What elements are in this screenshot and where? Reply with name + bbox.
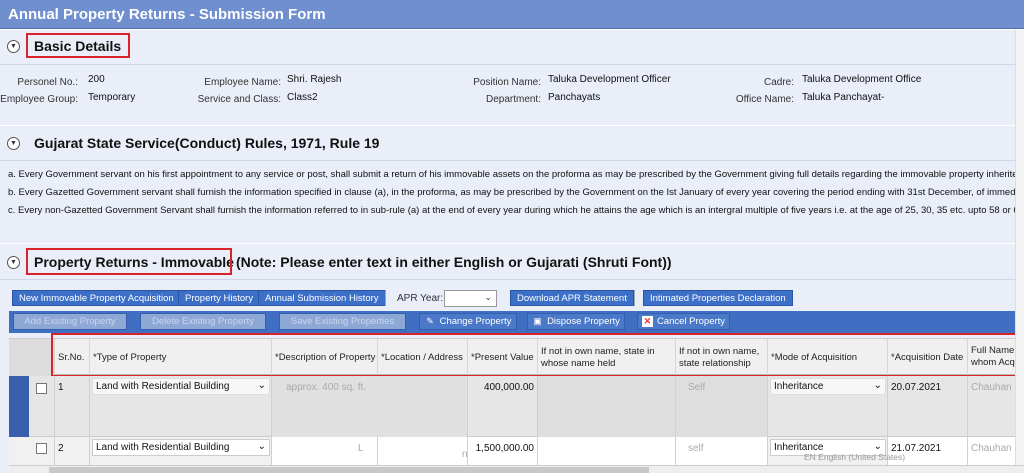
service-class-value: Class2: [287, 92, 318, 103]
employee-name-value: Shri. Rajesh: [287, 74, 342, 85]
dispose-property-label: Dispose Property: [547, 316, 620, 327]
cell-relationship[interactable]: Self: [675, 376, 767, 437]
dispose-icon: ▣: [533, 316, 542, 326]
type-select[interactable]: Land with Residential Building ⌄: [92, 378, 270, 395]
office-value: Taluka Panchayat-: [802, 92, 885, 103]
divider: [0, 279, 1024, 280]
cell-present-value[interactable]: 400,000.00: [467, 376, 537, 437]
divider: [0, 64, 1024, 65]
cadre-label: Cadre:: [763, 77, 794, 88]
type-select-value: Land with Residential Building: [96, 381, 230, 392]
chevron-down-icon: ⌄: [873, 441, 882, 452]
row-selected-marker: [9, 376, 29, 437]
apr-year-select[interactable]: ⌄: [444, 290, 497, 307]
cell-type: Land with Residential Building ⌄: [89, 376, 271, 437]
service-class-label: Service and Class:: [197, 94, 281, 105]
cell-not-own-name[interactable]: [537, 376, 675, 437]
cell-description[interactable]: approx. 400 sq. ft.: [271, 376, 467, 437]
cell-srno: 2: [54, 437, 89, 467]
add-existing-property-button[interactable]: Add Existing Property: [13, 313, 127, 330]
relationship-value: self: [688, 443, 704, 454]
scrollbar-thumb[interactable]: [49, 467, 649, 473]
collapse-icon[interactable]: ▼: [7, 39, 20, 53]
collapse-icon[interactable]: ▼: [7, 255, 20, 269]
new-acquisition-button[interactable]: New Immovable Property Acquisition: [12, 290, 181, 306]
immovable-note: (Note: Please enter text in either Engli…: [235, 254, 672, 270]
rules-heading: Gujarat State Service(Conduct) Rules, 19…: [34, 135, 380, 151]
rule-b: b. Every Gazetted Government servant sha…: [8, 187, 1024, 198]
department-value: Panchayats: [548, 92, 601, 103]
cell-acquisition-date[interactable]: 20.07.2021: [887, 376, 967, 437]
dispose-property-button[interactable]: ▣ Dispose Property: [527, 313, 625, 330]
annual-submission-history-button[interactable]: Annual Submission History: [258, 290, 386, 306]
table-row[interactable]: 1 Land with Residential Building ⌄ appro…: [9, 376, 1024, 437]
personel-no-value: 200: [88, 74, 105, 85]
row-checkbox[interactable]: [36, 383, 47, 394]
download-apr-statement-button[interactable]: Download APR Statement: [510, 290, 634, 306]
rules-header[interactable]: ▼ Gujarat State Service(Conduct) Rules, …: [0, 130, 1024, 156]
department-label: Department:: [485, 94, 541, 105]
cell-type: Land with Residential Building ⌄: [89, 437, 271, 467]
cell-present-value[interactable]: 1,500,000.00: [467, 437, 537, 467]
position-value: Taluka Development Officer: [548, 74, 671, 85]
add-existing-label: Add Existing Property: [24, 316, 116, 327]
chevron-down-icon: ⌄: [257, 441, 266, 452]
cell-not-own-name[interactable]: [537, 437, 675, 467]
cell-mode: Inheritance ⌄: [767, 376, 887, 437]
description-value: L: [358, 443, 364, 454]
description-value: approx. 400 sq. ft.: [286, 382, 367, 393]
change-property-button[interactable]: ✎ Change Property: [419, 313, 517, 330]
chevron-down-icon: ⌄: [484, 292, 492, 302]
rule-c: c. Every non-Gazetted Government Servant…: [8, 205, 1024, 216]
change-property-label: Change Property: [439, 316, 512, 327]
columns-highlight: [51, 333, 1023, 377]
basic-details-header[interactable]: ▼ Basic Details: [0, 33, 1024, 59]
mode-select-value: Inheritance: [774, 381, 824, 392]
save-existing-label: Save Existing Properties: [290, 316, 395, 327]
office-label: Office Name:: [735, 94, 794, 105]
row-selector-header: [9, 339, 54, 376]
cancel-icon: ✕: [641, 316, 653, 327]
type-select[interactable]: Land with Residential Building ⌄: [92, 439, 270, 456]
rules-section: ▼ Gujarat State Service(Conduct) Rules, …: [0, 126, 1024, 243]
delete-existing-label: Delete Existing Property: [152, 316, 254, 327]
personel-no-label: Personel No.:: [17, 77, 78, 88]
mode-select[interactable]: Inheritance ⌄: [770, 378, 886, 395]
collapse-icon[interactable]: ▼: [7, 136, 20, 150]
type-select-value: Land with Residential Building: [96, 442, 230, 453]
separator: [634, 290, 635, 306]
save-existing-properties-button[interactable]: Save Existing Properties: [279, 313, 406, 330]
cancel-property-label: Cancel Property: [656, 316, 726, 327]
chevron-down-icon: ⌄: [873, 380, 882, 391]
position-label: Position Name:: [473, 77, 541, 88]
cadre-value: Taluka Development Office: [802, 74, 922, 85]
rule-a: a. Every Government servant on his first…: [8, 169, 1024, 180]
property-history-button[interactable]: Property History: [178, 290, 261, 306]
basic-details-highlight: [26, 33, 130, 58]
horizontal-scrollbar[interactable]: [9, 465, 1024, 473]
edit-icon: ✎: [426, 316, 434, 326]
chevron-down-icon: ⌄: [257, 380, 266, 391]
intimated-properties-button[interactable]: Intimated Properties Declaration: [643, 290, 793, 306]
apr-year-label: APR Year:: [397, 293, 444, 304]
cell-location[interactable]: n: [377, 437, 467, 467]
separator: [385, 290, 386, 306]
delete-existing-property-button[interactable]: Delete Existing Property: [140, 313, 266, 330]
page-title: Annual Property Returns - Submission For…: [0, 0, 1024, 29]
cancel-property-button[interactable]: ✕ Cancel Property: [637, 313, 730, 330]
cell-description[interactable]: L: [271, 437, 377, 467]
relationship-value: Self: [688, 382, 706, 393]
divider: [0, 160, 1024, 161]
language-indicator: EN English (United States): [804, 452, 906, 462]
basic-details-section: ▼ Basic Details Personel No.: 200 Employ…: [0, 30, 1024, 125]
immovable-highlight: [26, 248, 232, 275]
vertical-scrollbar[interactable]: [1015, 30, 1024, 465]
employee-group-value: Temporary: [88, 92, 136, 103]
cell-relationship[interactable]: self: [675, 437, 767, 467]
row-checkbox[interactable]: [36, 443, 47, 454]
employee-name-label: Employee Name:: [204, 77, 281, 88]
employee-group-label: Employee Group:: [0, 94, 78, 105]
cell-srno: 1: [54, 376, 89, 437]
